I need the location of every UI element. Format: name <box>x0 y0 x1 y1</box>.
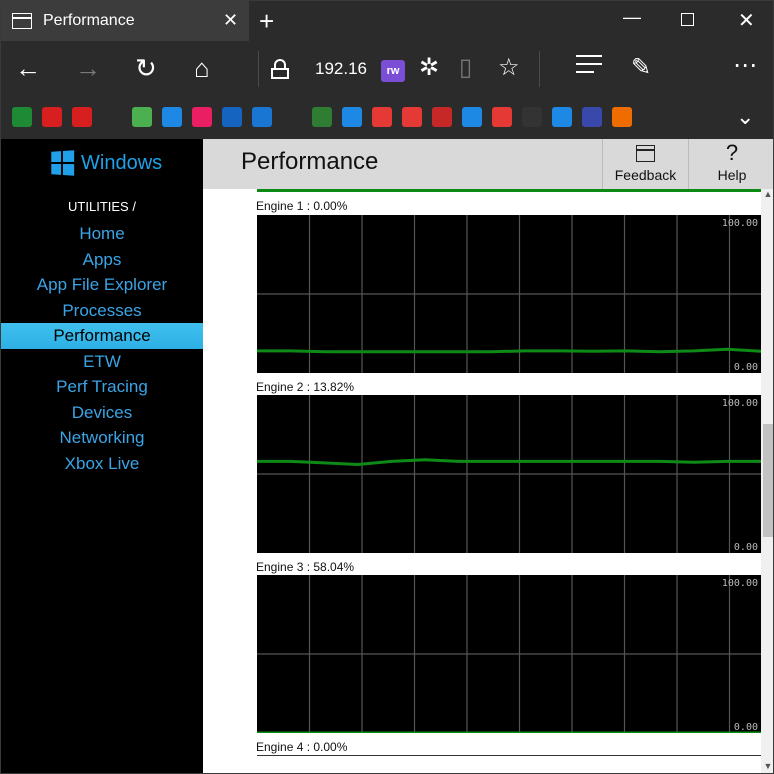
favorite-site-icon[interactable] <box>132 107 152 127</box>
scroll-thumb[interactable] <box>763 424 773 537</box>
favorite-site-icon[interactable] <box>462 107 482 127</box>
reading-view-icon[interactable]: ▯ <box>459 53 472 82</box>
favorite-site-icon[interactable] <box>402 107 422 127</box>
favorite-site-icon[interactable] <box>492 107 512 127</box>
forward-button[interactable]: → <box>75 53 101 83</box>
favorite-site-icon[interactable] <box>282 107 302 127</box>
favorite-site-icon[interactable] <box>162 107 182 127</box>
web-note-icon[interactable]: ✎ <box>631 53 651 82</box>
windows-logo-icon <box>51 150 75 176</box>
previous-chart-edge <box>257 189 761 192</box>
help-button[interactable]: ? Help <box>688 139 773 189</box>
tab-page-icon <box>12 13 32 29</box>
favorite-site-icon[interactable] <box>252 107 272 127</box>
favorite-site-icon[interactable] <box>522 107 542 127</box>
engine-chart: 100.00 0.00 <box>257 575 761 733</box>
engine-label: Engine 3 : 58.04% <box>256 560 355 574</box>
performance-panel: Engine 1 : 0.00% 100.00 0.00 Engine 2 : 1… <box>203 189 761 773</box>
y-max-label: 100.00 <box>722 578 758 589</box>
close-tab-icon[interactable]: ✕ <box>223 10 238 31</box>
favorite-site-icon[interactable] <box>672 107 692 127</box>
y-max-label: 100.00 <box>722 398 758 409</box>
more-options-icon[interactable]: ⋯ <box>733 51 757 81</box>
new-tab-button[interactable]: + <box>259 6 274 37</box>
usage-line <box>257 347 761 354</box>
favorite-site-icon[interactable] <box>582 107 602 127</box>
help-icon: ? <box>725 140 739 165</box>
feedback-icon <box>636 145 655 162</box>
page-content: Windows UTILITIES / Home Apps App File E… <box>1 139 773 773</box>
windows-logo: Windows <box>50 150 163 176</box>
rw-extension-icon[interactable]: rw <box>381 60 405 82</box>
title-bar: Performance ✕ + — ✕ <box>1 1 773 41</box>
back-button[interactable]: ← <box>15 53 41 83</box>
favorite-site-icon[interactable] <box>432 107 452 127</box>
lock-icon[interactable] <box>271 59 289 79</box>
chevron-down-icon[interactable]: ⌄ <box>736 104 754 130</box>
sidebar-item-devices[interactable]: Devices <box>1 400 203 426</box>
scrollbar[interactable]: ▲ ▼ <box>761 189 773 773</box>
favorite-site-icon[interactable] <box>342 107 362 127</box>
close-window-button[interactable]: ✕ <box>738 8 755 33</box>
minimize-button[interactable]: — <box>623 7 641 28</box>
sidebar-item-networking[interactable]: Networking <box>1 425 203 451</box>
favorite-star-icon[interactable]: ☆ <box>498 53 520 82</box>
engine-chart: 100.00 0.00 <box>257 215 761 373</box>
favorite-site-icon[interactable] <box>12 107 32 127</box>
sidebar-item-etw[interactable]: ETW <box>1 349 203 375</box>
sidebar-item-home[interactable]: Home <box>1 221 203 247</box>
favorite-site-icon[interactable] <box>72 107 92 127</box>
favorite-site-icon[interactable] <box>372 107 392 127</box>
page-title: Performance <box>241 148 379 175</box>
page-header: Performance Feedback ? Help <box>203 139 773 189</box>
extension-icon[interactable]: ✲ <box>419 53 439 82</box>
feedback-label: Feedback <box>614 167 677 183</box>
favorite-site-icon[interactable] <box>192 107 212 127</box>
chart-divider <box>257 755 761 756</box>
sidebar: Windows UTILITIES / Home Apps App File E… <box>1 139 203 773</box>
favorite-site-icon[interactable] <box>612 107 632 127</box>
usage-line <box>257 458 761 467</box>
maximize-button[interactable] <box>681 13 694 26</box>
sidebar-item-app-file-explorer[interactable]: App File Explorer <box>1 272 203 298</box>
engine-label: Engine 2 : 13.82% <box>256 380 355 394</box>
favorite-site-icon[interactable] <box>42 107 62 127</box>
sidebar-item-performance[interactable]: Performance <box>1 323 203 349</box>
refresh-button[interactable]: ↻ <box>135 53 157 83</box>
favorite-site-icon[interactable] <box>642 107 662 127</box>
engine-label: Engine 1 : 0.00% <box>256 199 348 213</box>
nav-separator <box>539 51 540 87</box>
scroll-down-icon[interactable]: ▼ <box>761 761 773 771</box>
sidebar-item-xbox-live[interactable]: Xbox Live <box>1 451 203 477</box>
y-min-label: 0.00 <box>734 542 758 553</box>
sidebar-nav: Home Apps App File Explorer Processes Pe… <box>1 221 203 476</box>
favorite-site-icon[interactable] <box>312 107 332 127</box>
hub-icon[interactable] <box>576 55 602 79</box>
browser-window: Performance ✕ + — ✕ ← → ↻ ⌂ 192.16 ✲ ▯ ☆… <box>0 0 774 774</box>
feedback-button[interactable]: Feedback <box>602 139 688 189</box>
browser-tab[interactable]: Performance ✕ <box>1 1 249 41</box>
sidebar-item-perf-tracing[interactable]: Perf Tracing <box>1 374 203 400</box>
address-bar[interactable]: 192.16 <box>315 59 367 79</box>
y-max-label: 100.00 <box>722 218 758 229</box>
engine-label: Engine 4 : 0.00% <box>256 740 348 754</box>
y-min-label: 0.00 <box>734 362 758 373</box>
engine-chart: 100.00 0.00 <box>257 395 761 553</box>
favorite-site-icon[interactable] <box>102 107 122 127</box>
logo-text: Windows <box>81 151 163 174</box>
section-label: UTILITIES / <box>68 199 136 214</box>
nav-separator <box>258 51 259 87</box>
home-button[interactable]: ⌂ <box>194 53 210 83</box>
sidebar-item-processes[interactable]: Processes <box>1 298 203 324</box>
y-min-label: 0.00 <box>734 722 758 733</box>
favorites-bar: ⌄ <box>1 97 773 139</box>
tab-title: Performance <box>43 12 135 29</box>
scroll-up-icon[interactable]: ▲ <box>761 189 773 199</box>
help-label: Help <box>717 167 747 183</box>
favorite-site-icon[interactable] <box>222 107 242 127</box>
sidebar-item-apps[interactable]: Apps <box>1 247 203 273</box>
favorite-site-icon[interactable] <box>552 107 572 127</box>
